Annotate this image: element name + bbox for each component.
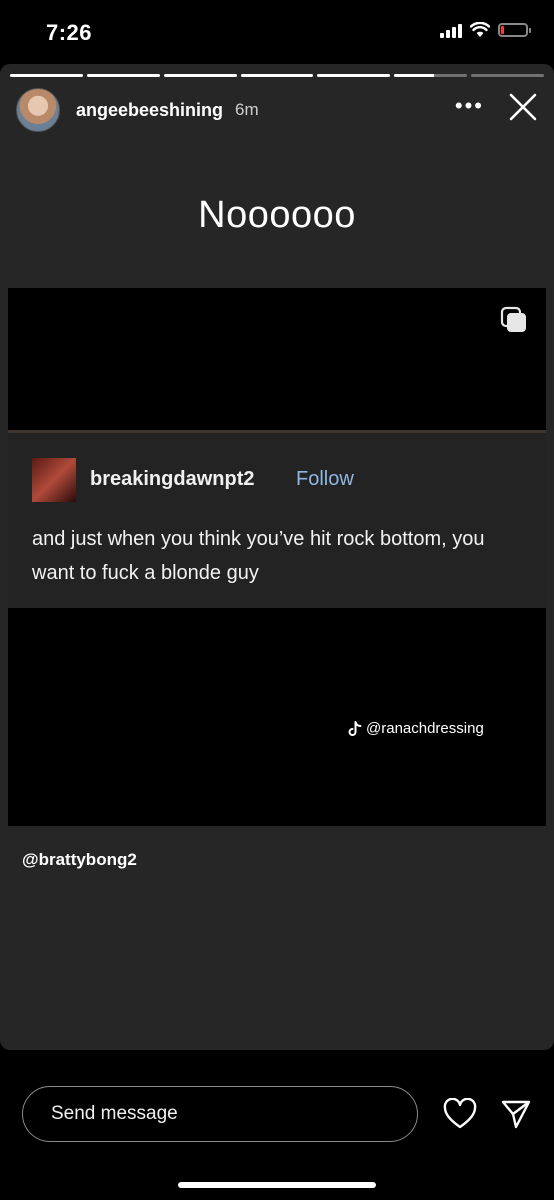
progress-segment (240, 74, 314, 77)
story-progress-bar (10, 74, 545, 77)
home-indicator[interactable] (178, 1182, 376, 1188)
send-message-placeholder: Send message (51, 1103, 178, 1124)
like-button[interactable] (443, 1098, 477, 1130)
status-time: 7:26 (46, 20, 93, 45)
shared-post-media[interactable]: breakingdawnpt2 Follow and just when you… (8, 288, 546, 826)
story-time-ago: 6m (235, 100, 259, 119)
send-icon (501, 1100, 531, 1129)
share-button[interactable] (500, 1098, 532, 1130)
tiktok-watermark: @ranachdressing (348, 720, 484, 737)
send-message-input[interactable]: Send message (22, 1086, 418, 1142)
story-footer: Send message (0, 1050, 554, 1200)
avatar[interactable] (16, 88, 60, 132)
heart-icon (443, 1098, 477, 1129)
status-icons (440, 22, 531, 38)
cellular-signal-icon (440, 22, 462, 38)
progress-segment (317, 74, 391, 77)
story-viewer[interactable]: angeebeeshining 6m ••• Noooooo breakingd… (0, 64, 554, 1050)
battery-icon (498, 23, 531, 37)
progress-segment (10, 74, 83, 77)
carousel-icon (500, 306, 526, 332)
story-caption: Noooooo (198, 194, 356, 236)
progress-segment (394, 74, 468, 77)
story-username[interactable]: angeebeeshining (76, 100, 223, 121)
tiktok-icon (348, 720, 362, 736)
wifi-icon (470, 22, 490, 37)
status-bar: 7:26 (0, 0, 554, 64)
progress-segment (471, 74, 545, 77)
tiktok-handle: @ranachdressing (366, 720, 484, 737)
post-text: and just when you think you’ve hit rock … (32, 528, 485, 584)
more-icon: ••• (454, 93, 484, 118)
close-button[interactable] (506, 90, 540, 124)
progress-segment (86, 74, 160, 77)
progress-segment (163, 74, 237, 77)
close-icon (509, 93, 537, 121)
mention-sticker[interactable]: @brattybong2 (22, 850, 137, 870)
post-avatar (32, 458, 76, 502)
more-options-button[interactable]: ••• (454, 93, 484, 118)
post-username: breakingdawnpt2 (90, 468, 255, 490)
post-follow-label: Follow (296, 468, 354, 490)
story-header: angeebeeshining 6m ••• (16, 88, 540, 132)
tumblr-post-card: breakingdawnpt2 Follow and just when you… (8, 430, 546, 608)
